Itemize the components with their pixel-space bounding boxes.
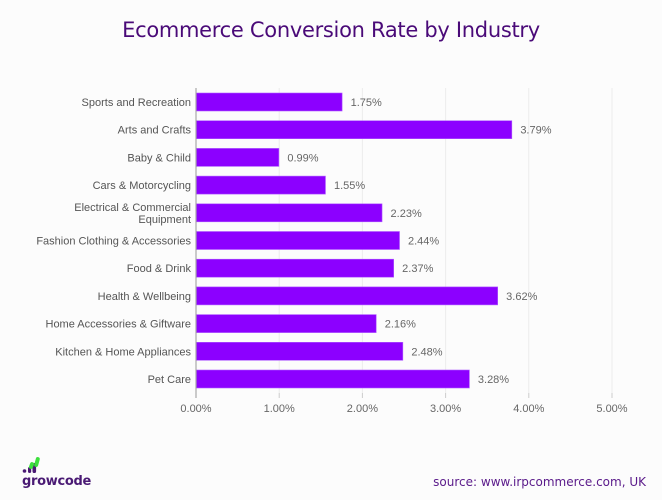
- value-label: 1.75%: [351, 97, 382, 109]
- bar: [196, 175, 326, 195]
- x-axis-ticks: 0.00% 1.00% 2.00% 3.00% 4.00% 5.00%: [180, 393, 628, 415]
- bar: [196, 203, 383, 223]
- source-note: source: www.irpcommerce.com, UK: [433, 475, 646, 489]
- bar: [196, 341, 404, 361]
- bars: [196, 92, 513, 389]
- value-label: 3.79%: [520, 125, 551, 137]
- bar: [196, 148, 280, 167]
- category-label: Health & Wellbeing: [98, 291, 191, 303]
- category-label: Fashion Clothing & Accessories: [36, 236, 191, 248]
- value-label: 3.62%: [506, 291, 537, 303]
- category-label: Home Accessories & Giftware: [46, 319, 192, 331]
- category-label: Food & Drink: [127, 263, 192, 275]
- bar: [196, 369, 470, 389]
- value-label: 2.44%: [408, 236, 439, 248]
- x-tick-label: 0.00%: [180, 403, 211, 415]
- category-label: Kitchen & Home Appliances: [55, 346, 191, 358]
- x-tick-label: 1.00%: [264, 403, 295, 415]
- category-label: Cars & Motorcycling: [93, 180, 191, 192]
- value-label: 2.48%: [411, 346, 442, 358]
- x-tick-label: 3.00%: [430, 403, 461, 415]
- category-label: Pet Care: [148, 374, 191, 386]
- category-label: Sports and Recreation: [82, 97, 191, 109]
- category-label: Arts and Crafts: [118, 125, 192, 137]
- value-label: 3.28%: [478, 374, 509, 386]
- bar: [196, 120, 513, 139]
- growcode-logo-icon: [22, 457, 40, 473]
- bar: [196, 92, 343, 112]
- bar: [196, 286, 498, 306]
- value-label: 1.55%: [334, 180, 365, 192]
- value-label: 2.16%: [385, 319, 416, 331]
- bar: [196, 258, 394, 278]
- x-tick-label: 5.00%: [596, 403, 627, 415]
- category-label: Electrical & Commercial Equipment: [74, 202, 191, 226]
- value-label: 2.23%: [391, 208, 422, 220]
- brand-logo-text: growcode: [22, 474, 92, 489]
- category-labels: Sports and Recreation Arts and Crafts Baby…: [36, 97, 191, 386]
- value-label: 2.37%: [402, 263, 433, 275]
- bar: [196, 231, 400, 250]
- category-label: Baby & Child: [127, 152, 191, 164]
- value-label: 0.99%: [287, 152, 318, 164]
- bar-chart: Sports and Recreation Arts and Crafts Baby…: [36, 88, 628, 415]
- x-tick-label: 4.00%: [513, 403, 544, 415]
- x-tick-label: 2.00%: [347, 403, 378, 415]
- bar: [196, 314, 377, 333]
